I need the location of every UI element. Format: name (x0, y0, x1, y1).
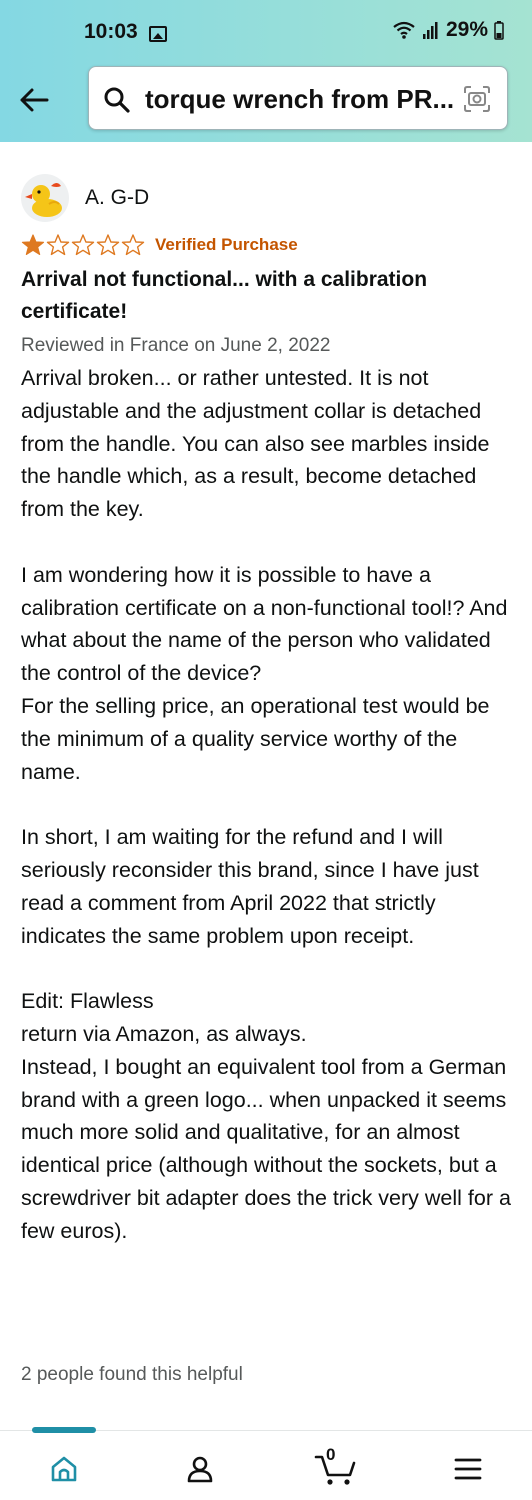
search-icon (104, 87, 130, 113)
back-arrow-icon (20, 88, 49, 112)
review-card: A. G-D Verified Purchase Arrival not fun… (21, 170, 511, 1248)
star-rating[interactable] (21, 234, 145, 256)
review-paragraph: Instead, I bought an equivalent tool fro… (21, 1054, 511, 1243)
camera-search-icon[interactable] (463, 85, 491, 113)
star-empty-icon (46, 234, 70, 256)
image-notification-icon (149, 26, 167, 42)
author-name[interactable]: A. G-D (85, 186, 149, 210)
search-input[interactable]: torque wrench from PR... (145, 84, 465, 115)
review-title: Arrival not functional... with a calibra… (21, 268, 428, 323)
nav-cart[interactable]: 0 (312, 1445, 360, 1489)
account-icon (187, 1456, 213, 1483)
top-header: 10:03 29% torque wrench from PR... (0, 0, 532, 142)
review-paragraph: Arrival broken... or rather untested. It… (21, 366, 490, 522)
review-body: Arrival broken... or rather untested. It… (21, 362, 511, 1248)
rating-row: Verified Purchase (21, 230, 511, 260)
star-filled-icon (21, 234, 45, 255)
review-paragraph: In short, I am waiting for the refund an… (21, 825, 479, 948)
status-right: 29% (392, 18, 504, 42)
battery-icon (494, 21, 504, 40)
status-bar: 10:03 29% (0, 0, 532, 66)
duck-avatar-icon (25, 183, 62, 217)
review-paragraph: return via Amazon, as always. (21, 1021, 307, 1046)
search-bar[interactable]: torque wrench from PR... (88, 66, 508, 130)
nav-account[interactable] (180, 1449, 220, 1489)
cart-count: 0 (326, 1445, 336, 1464)
bottom-nav: 0 (0, 1427, 532, 1500)
review-paragraph: For the selling price, an operational te… (21, 693, 490, 784)
back-button[interactable] (16, 82, 52, 118)
star-empty-icon (121, 234, 145, 256)
cart-icon (314, 1455, 356, 1485)
menu-icon (454, 1458, 482, 1480)
nav-home[interactable] (44, 1449, 84, 1489)
helpful-count: 2 people found this helpful (21, 1364, 243, 1385)
star-empty-icon (96, 234, 120, 256)
active-tab-indicator (32, 1427, 96, 1433)
review-paragraph: Edit: Flawless (21, 989, 154, 1014)
battery-percent: 29% (445, 18, 488, 41)
review-date: Reviewed in France on June 2, 2022 (21, 335, 331, 356)
wifi-icon (393, 21, 415, 39)
status-time: 10:03 (84, 20, 138, 43)
signal-icon (422, 22, 438, 39)
author-row: A. G-D (21, 170, 511, 230)
avatar (21, 174, 69, 222)
star-empty-icon (71, 234, 95, 256)
nav-menu[interactable] (448, 1449, 488, 1489)
verified-purchase-badge: Verified Purchase (155, 235, 298, 254)
review-paragraph: I am wondering how it is possible to hav… (21, 562, 508, 686)
home-icon (51, 1456, 77, 1482)
